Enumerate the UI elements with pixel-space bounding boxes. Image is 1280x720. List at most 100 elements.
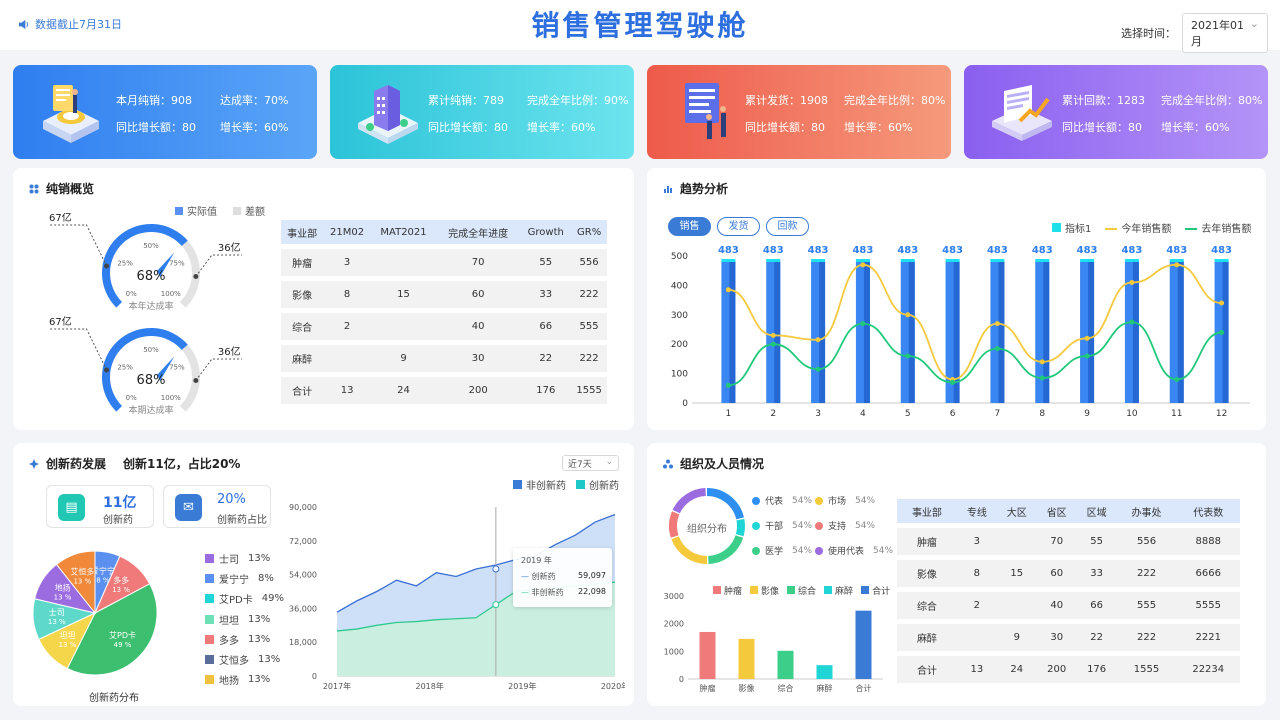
org-y-tick: 1000 xyxy=(664,647,684,656)
org-cell: 麻醉 xyxy=(897,624,957,651)
donut-segment xyxy=(672,488,707,514)
kpi-1-line1: 本月纯销：908 xyxy=(116,94,192,107)
kpi-4-line4: 增长率：60% xyxy=(1161,121,1230,134)
legend-name: 支持 xyxy=(828,522,847,532)
donut-legend-item: 市场 54% xyxy=(815,494,875,507)
table-row: 综合 2 40 66 555 xyxy=(281,313,607,340)
org-header-6: 代表数 xyxy=(1176,499,1240,523)
pill-icon: ▤ xyxy=(58,494,85,521)
legend-dot xyxy=(752,521,760,530)
org-bar xyxy=(816,665,833,679)
area-y-tick: 18,000 xyxy=(289,638,317,647)
legend-pct: 54% xyxy=(855,495,876,506)
org-cell: 1555 xyxy=(1116,656,1177,683)
donut-legend-item: 干部 54% xyxy=(752,519,812,532)
tab-shipment[interactable]: 发货 xyxy=(717,217,760,236)
legend-pct: 54% xyxy=(792,520,813,531)
org-cell: 影像 xyxy=(897,560,957,587)
innovative-title-text: 创新药发展 xyxy=(46,457,107,471)
legend-pct: 13% xyxy=(258,654,281,666)
tooltip-r2-value: 22,098 xyxy=(578,587,606,596)
net-sales-cell xyxy=(323,345,372,372)
page-title: 销售管理驾驶舱 xyxy=(531,9,749,42)
kpi-4-line1: 累计回款：1283 xyxy=(1062,94,1145,107)
trend-bar-side xyxy=(1177,260,1184,403)
trend-bar-label: 483 xyxy=(852,245,873,256)
org-icon xyxy=(663,459,673,468)
org-header-2: 大区 xyxy=(996,499,1037,523)
trend-point xyxy=(860,262,866,268)
x-tick-label: 8 xyxy=(1039,409,1045,419)
legend-pct: 54% xyxy=(855,520,876,531)
innovative-title: 创新药发展 创新11亿，占比20% xyxy=(29,455,240,472)
legend-dot xyxy=(815,521,823,530)
pie-legend-item: 地扬 13% xyxy=(205,670,284,690)
gauge-tick-label: 100% xyxy=(161,394,181,402)
org-cell: 200 xyxy=(1036,656,1077,683)
legend-pct: 13% xyxy=(248,674,271,686)
area-y-tick: 72,000 xyxy=(289,537,317,546)
net-sales-header-5: GR% xyxy=(571,220,607,244)
trend-point xyxy=(1219,300,1225,306)
gauge-caption: 本期达成率 xyxy=(128,404,173,416)
y-tick-label: 300 xyxy=(671,311,688,321)
y-tick-label: 200 xyxy=(671,340,688,350)
kpi-3-line4: 增长率：60% xyxy=(844,121,913,134)
donut-legend-item: 支持 54% xyxy=(815,519,875,532)
legend-dot xyxy=(815,496,823,505)
net-sales-cell: 24 xyxy=(371,377,437,404)
net-sales-cell: 222 xyxy=(571,345,607,372)
net-sales-cell: 556 xyxy=(571,249,607,276)
legend-swatch xyxy=(205,553,214,563)
pie-slice-pct: 13 % xyxy=(112,586,130,594)
gauge-left-dot xyxy=(104,263,110,269)
trend-bar-top xyxy=(1035,258,1050,262)
innovative-subtitle: 创新11亿，占比20% xyxy=(123,457,241,471)
gauge-tick-label: 25% xyxy=(117,363,133,371)
trend-point xyxy=(1129,319,1135,325)
org-cell: 176 xyxy=(1076,656,1117,683)
trend-point xyxy=(770,332,776,338)
x-tick-label: 9 xyxy=(1084,409,1090,419)
gauge-right-label: 36亿 xyxy=(218,241,241,254)
table-row: 麻醉 9 30 22 222 xyxy=(281,345,607,372)
x-tick-label: 11 xyxy=(1171,409,1182,419)
org-cell: 合计 xyxy=(897,656,957,683)
gauge-value: 68% xyxy=(137,269,166,284)
gauge-tick-label: 75% xyxy=(169,259,185,267)
period-select[interactable]: 近7天 ⌄ xyxy=(562,455,619,471)
pie-slice-pct: 13 % xyxy=(59,641,77,649)
legend-swatch xyxy=(205,655,214,665)
trend-chart: 0 100 200 300 400 500 483 1 483 2 483 3 483 4 483 5 483 6… xyxy=(671,245,1250,419)
trend-point xyxy=(1174,262,1180,268)
org-cell: 2221 xyxy=(1176,624,1240,651)
time-select[interactable]: 2021年01月 ⌄ xyxy=(1182,13,1268,53)
legend-last-year: 去年销售额 xyxy=(1185,220,1251,235)
tab-sales[interactable]: 销售 xyxy=(668,217,711,236)
legend-non-innovative: 非创新药 xyxy=(513,477,566,492)
gauge-left-dot xyxy=(104,367,110,373)
trend-bar-label: 483 xyxy=(1077,245,1098,256)
legend-non-innovative-label: 非创新药 xyxy=(526,481,566,492)
net-sales-header-4: Growth xyxy=(520,220,572,244)
net-sales-header-0: 事业部 xyxy=(281,220,324,244)
trend-point xyxy=(770,341,776,347)
org-bar xyxy=(699,631,716,679)
net-sales-header-1: 21M02 xyxy=(323,220,372,244)
net-sales-cell: 40 xyxy=(436,313,521,340)
net-sales-cell: 13 xyxy=(323,377,372,404)
net-sales-cell: 200 xyxy=(436,377,521,404)
trend-bar-label: 483 xyxy=(1121,245,1142,256)
gauge-caption: 本年达成率 xyxy=(128,300,173,312)
org-cell: 22234 xyxy=(1176,656,1240,683)
org-header-0: 事业部 xyxy=(897,499,957,523)
donut-legend-item: 医学 54% xyxy=(752,544,812,557)
org-header-4: 区域 xyxy=(1076,499,1117,523)
kpi-2-line3: 同比增长额：80 xyxy=(428,121,508,134)
sparkle-icon xyxy=(29,458,39,469)
kpi-1-line4: 增长率：60% xyxy=(220,121,289,134)
org-cell: 3 xyxy=(956,528,997,555)
gauge-value: 68% xyxy=(137,373,166,388)
pie-slice-pct: 49 % xyxy=(114,641,132,649)
tab-payment[interactable]: 回款 xyxy=(766,217,809,236)
